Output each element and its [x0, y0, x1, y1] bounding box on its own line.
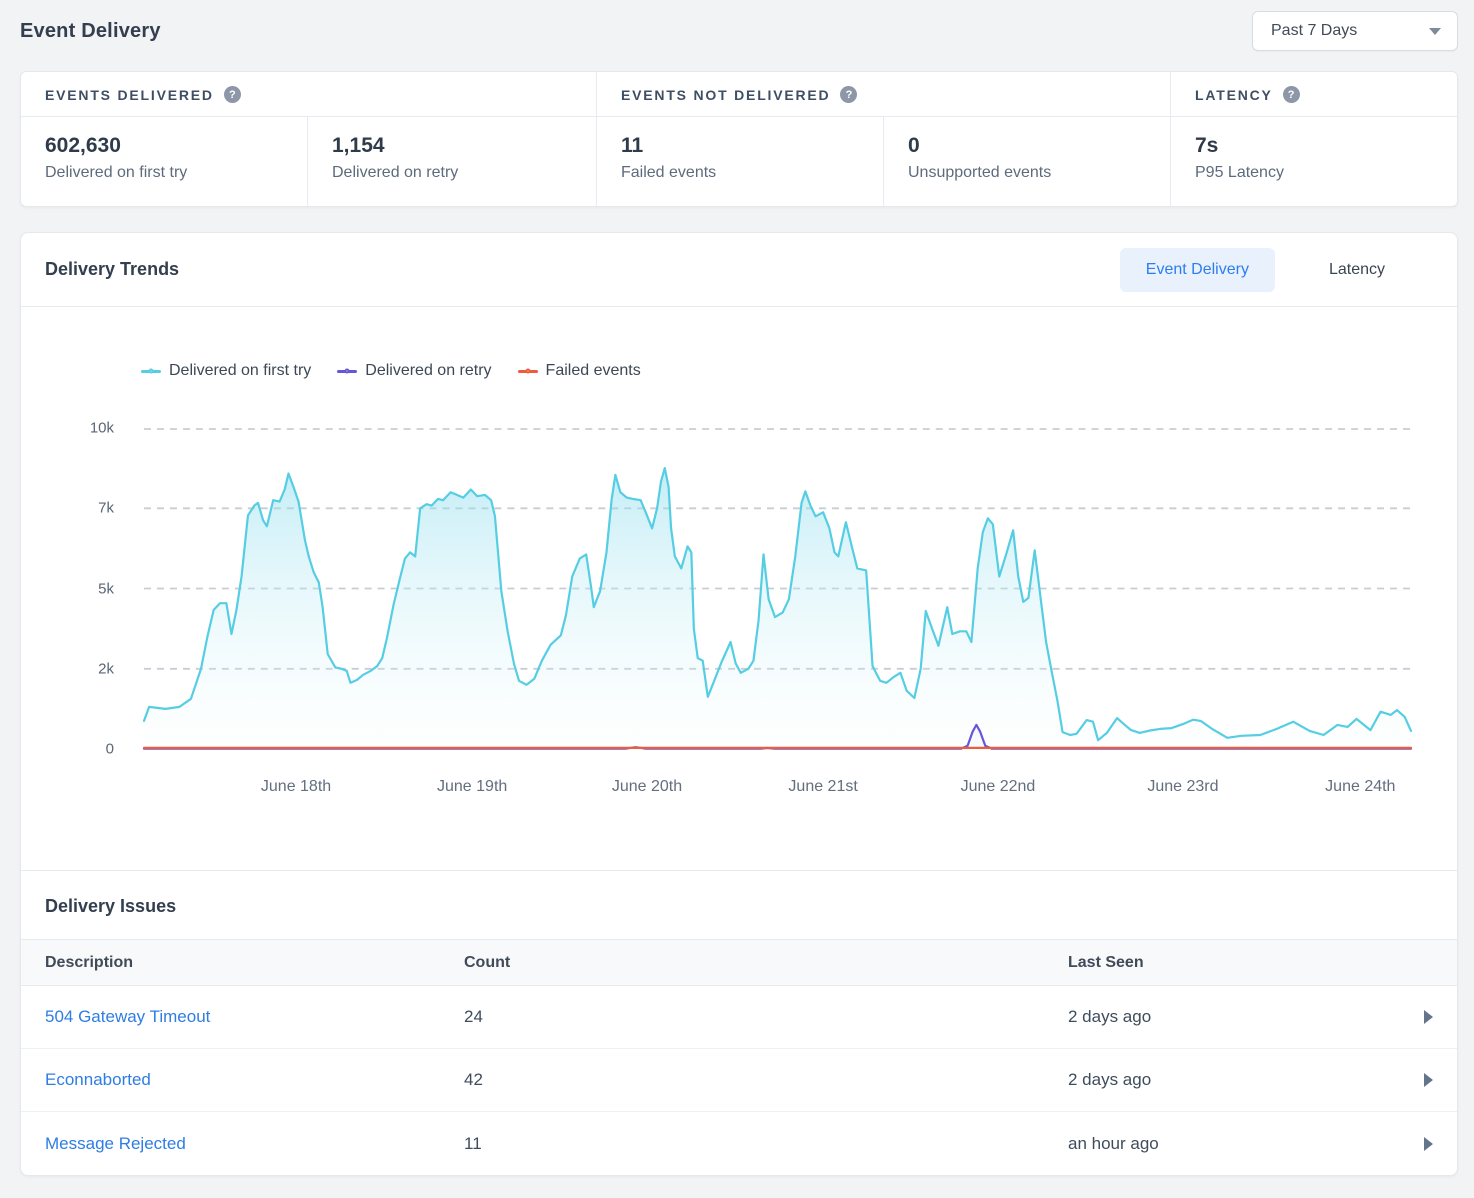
- line-marker-icon: [518, 370, 538, 373]
- line-marker-icon: [337, 370, 357, 373]
- stats-group-latency: LATENCY: [1171, 72, 1457, 116]
- y-axis-tick: 2k: [98, 660, 114, 677]
- legend-label: Delivered on first try: [169, 362, 311, 380]
- tab-event-delivery[interactable]: Event Delivery: [1120, 248, 1275, 292]
- help-icon[interactable]: [224, 86, 241, 103]
- table-row: Message Rejected 11 an hour ago: [21, 1112, 1457, 1175]
- issue-last-seen: 2 days ago: [1068, 1070, 1373, 1090]
- issue-count: 24: [464, 1007, 1068, 1027]
- date-range-value: Past 7 Days: [1271, 22, 1357, 40]
- issue-count: 42: [464, 1070, 1068, 1090]
- line-marker-icon: [141, 370, 161, 373]
- y-axis-tick: 5k: [98, 580, 114, 597]
- event-delivery-page: Event Delivery Past 7 Days EVENTS DELIVE…: [0, 0, 1474, 1176]
- issue-link[interactable]: Message Rejected: [45, 1134, 186, 1153]
- chart-x-axis: June 18th June 19th June 20th June 21st June…: [144, 778, 1411, 800]
- chevron-down-icon: [1429, 28, 1441, 35]
- legend-item-failed[interactable]: Failed events: [518, 362, 641, 380]
- chevron-right-icon[interactable]: [1424, 1010, 1433, 1024]
- column-last-seen: Last Seen: [1068, 954, 1373, 972]
- stat-value: 11: [621, 134, 859, 158]
- tab-latency[interactable]: Latency: [1303, 248, 1411, 292]
- chart-legend: Delivered on first try Delivered on retr…: [21, 359, 1457, 383]
- column-count: Count: [464, 954, 1068, 972]
- legend-item-first-try[interactable]: Delivered on first try: [141, 362, 311, 380]
- stats-group-label: EVENTS NOT DELIVERED: [621, 87, 830, 103]
- legend-label: Failed events: [546, 362, 641, 380]
- x-axis-tick: June 22nd: [961, 778, 1036, 796]
- chevron-right-icon[interactable]: [1424, 1137, 1433, 1151]
- x-axis-tick: June 21st: [788, 778, 857, 796]
- legend-label: Delivered on retry: [365, 362, 491, 380]
- stat-label: Unsupported events: [908, 164, 1146, 182]
- table-row: 504 Gateway Timeout 24 2 days ago: [21, 986, 1457, 1049]
- page-title: Event Delivery: [20, 20, 161, 43]
- chevron-right-icon[interactable]: [1424, 1073, 1433, 1087]
- help-icon[interactable]: [840, 86, 857, 103]
- issues-header: Delivery Issues: [21, 870, 1457, 939]
- date-range-select[interactable]: Past 7 Days: [1252, 11, 1458, 51]
- stats-group-events-delivered: EVENTS DELIVERED: [21, 72, 597, 116]
- trend-chart: 02k5k7k10k: [144, 428, 1411, 749]
- stat-label: Delivered on first try: [45, 164, 283, 182]
- stat-value: 602,630: [45, 134, 283, 158]
- stats-group-label: LATENCY: [1195, 87, 1273, 103]
- stat-failed-events: 11 Failed events: [597, 117, 884, 206]
- y-axis-tick: 10k: [90, 420, 114, 437]
- stat-p95-latency: 7s P95 Latency: [1171, 117, 1457, 206]
- y-axis-tick: 7k: [98, 500, 114, 517]
- stat-value: 0: [908, 134, 1146, 158]
- stats-header-row: EVENTS DELIVERED EVENTS NOT DELIVERED LA…: [21, 72, 1457, 117]
- issue-last-seen: 2 days ago: [1068, 1007, 1373, 1027]
- stats-card: EVENTS DELIVERED EVENTS NOT DELIVERED LA…: [20, 71, 1458, 207]
- stat-value: 7s: [1195, 134, 1433, 158]
- stat-label: Failed events: [621, 164, 859, 182]
- trends-card: Delivery Trends Event Delivery Latency D…: [20, 232, 1458, 1176]
- stat-label: P95 Latency: [1195, 164, 1433, 182]
- issues-title: Delivery Issues: [45, 896, 1433, 917]
- x-axis-tick: June 18th: [261, 778, 331, 796]
- x-axis-tick: June 23rd: [1147, 778, 1218, 796]
- trends-header: Delivery Trends Event Delivery Latency: [21, 233, 1457, 307]
- legend-item-retry[interactable]: Delivered on retry: [337, 362, 491, 380]
- issue-count: 11: [464, 1134, 1068, 1154]
- trends-title: Delivery Trends: [45, 259, 179, 280]
- stat-unsupported-events: 0 Unsupported events: [884, 117, 1171, 206]
- trends-tabs: Event Delivery Latency: [1120, 248, 1411, 292]
- stats-group-events-not-delivered: EVENTS NOT DELIVERED: [597, 72, 1171, 116]
- stat-delivered-first-try: 602,630 Delivered on first try: [21, 117, 308, 206]
- x-axis-tick: June 19th: [437, 778, 507, 796]
- issues-table-body: 504 Gateway Timeout 24 2 days ago Econna…: [21, 986, 1457, 1175]
- stat-value: 1,154: [332, 134, 572, 158]
- stat-label: Delivered on retry: [332, 164, 572, 182]
- y-axis-tick: 0: [106, 741, 114, 758]
- issue-link[interactable]: 504 Gateway Timeout: [45, 1007, 210, 1026]
- stats-value-row: 602,630 Delivered on first try 1,154 Del…: [21, 117, 1457, 206]
- issues-table-header: Description Count Last Seen: [21, 939, 1457, 986]
- trend-chart-svg: [144, 428, 1411, 749]
- x-axis-tick: June 20th: [612, 778, 682, 796]
- issue-link[interactable]: Econnaborted: [45, 1070, 151, 1089]
- x-axis-tick: June 24th: [1325, 778, 1395, 796]
- stat-delivered-retry: 1,154 Delivered on retry: [308, 117, 597, 206]
- table-row: Econnaborted 42 2 days ago: [21, 1049, 1457, 1112]
- stats-group-label: EVENTS DELIVERED: [45, 87, 214, 103]
- page-header: Event Delivery Past 7 Days: [20, 0, 1458, 58]
- column-description: Description: [45, 954, 464, 972]
- chart-block: Delivered on first try Delivered on retr…: [21, 307, 1457, 870]
- issue-last-seen: an hour ago: [1068, 1134, 1373, 1154]
- help-icon[interactable]: [1283, 86, 1300, 103]
